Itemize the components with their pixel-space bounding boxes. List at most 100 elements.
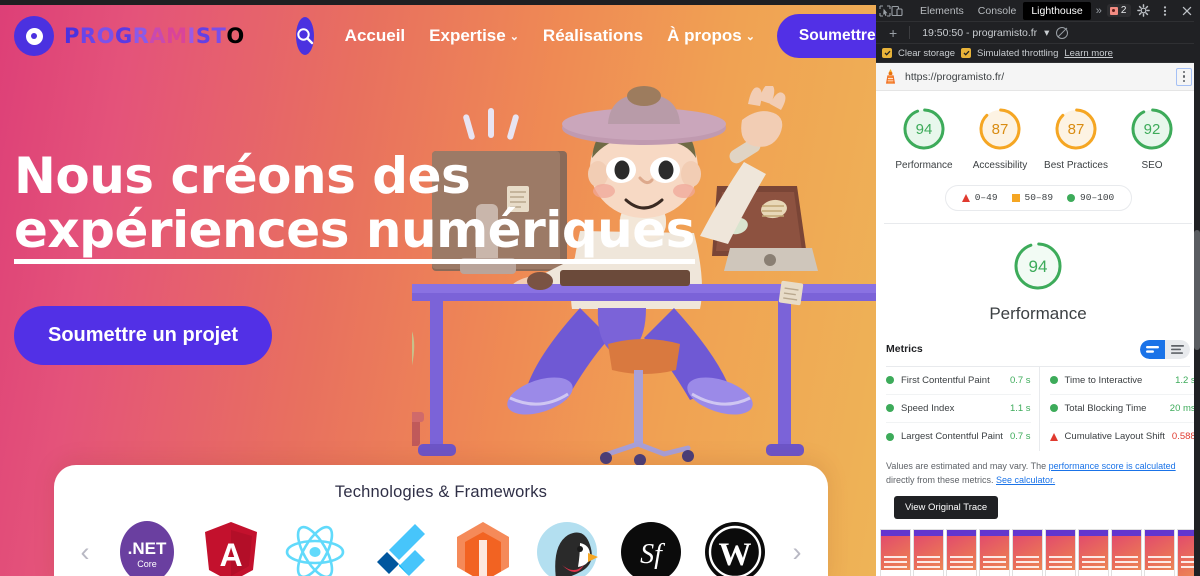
report-menu-icon[interactable] <box>1176 67 1192 86</box>
no-entry-icon[interactable] <box>1056 26 1069 39</box>
filmstrip-frame[interactable] <box>979 529 1010 576</box>
filmstrip-frame[interactable] <box>913 529 944 576</box>
square-icon <box>1011 193 1020 202</box>
performance-score-link[interactable]: performance score is calculated <box>1049 461 1176 471</box>
svg-text:A: A <box>219 537 242 573</box>
tech-logo-react[interactable] <box>283 520 347 576</box>
nav-item-expertise[interactable]: Expertise ⌄ <box>429 26 519 46</box>
status-pass-icon <box>1049 376 1058 384</box>
tech-logo-symfony[interactable]: Sf <box>619 520 683 576</box>
svg-text:94: 94 <box>916 121 933 138</box>
filmstrip-frame[interactable] <box>1045 529 1076 576</box>
devtools-tabbar: Elements Console Lighthouse » 2 <box>876 0 1200 22</box>
svg-text:.NET: .NET <box>128 539 167 558</box>
status-pass-icon <box>1049 404 1058 412</box>
filmstrip-frame[interactable] <box>1111 529 1142 576</box>
nav-item-accueil[interactable]: Accueil <box>345 26 405 46</box>
tech-logo-flutter[interactable] <box>367 520 431 576</box>
carousel-next-arrow[interactable]: › <box>787 537 807 568</box>
metric-row[interactable]: Speed Index 1.1 s <box>886 395 1031 423</box>
filmstrip-frame[interactable] <box>1012 529 1043 576</box>
submit-project-hero-button[interactable]: Soumettre un projet <box>14 306 273 365</box>
gauge-seo[interactable]: 92 SEO <box>1117 105 1187 173</box>
kebab-menu-icon[interactable] <box>1155 1 1175 21</box>
status-pass-icon <box>886 404 894 412</box>
inspect-cursor-icon[interactable] <box>879 1 891 21</box>
error-count-badge[interactable]: 2 <box>1106 4 1132 17</box>
clear-storage-checkbox[interactable] <box>882 48 892 58</box>
report-url: https://programisto.fr/ <box>905 70 1005 83</box>
tab-lighthouse[interactable]: Lighthouse <box>1023 1 1091 20</box>
gear-icon[interactable] <box>1133 1 1153 21</box>
technologies-title: Technologies & Frameworks <box>334 483 548 501</box>
device-toggle-icon[interactable] <box>891 1 903 21</box>
compact-view-icon[interactable] <box>1140 339 1165 359</box>
metric-row[interactable]: Cumulative Layout Shift 0.588 <box>1049 423 1196 451</box>
run-selector-label[interactable]: 19:50:50 - programisto.fr <box>922 27 1037 39</box>
metric-row[interactable]: Largest Contentful Paint 0.7 s <box>886 423 1031 451</box>
metric-value: 1.2 s <box>1175 374 1196 386</box>
more-tabs-icon[interactable]: » <box>1091 5 1107 17</box>
metric-row[interactable]: First Contentful Paint 0.7 s <box>886 367 1031 395</box>
filmstrip-frame[interactable] <box>946 529 977 576</box>
tech-logo-prestashop[interactable] <box>535 520 599 576</box>
tech-logo-angular[interactable]: A <box>199 520 263 576</box>
legend-range: 0–49 <box>974 192 998 203</box>
hero-line-1: Nous créons des <box>14 147 471 205</box>
performance-big-gauge: 94 Performance <box>876 224 1200 332</box>
metric-value: 20 ms <box>1169 402 1196 414</box>
gauge-accessibility[interactable]: 87 Accessibility <box>965 105 1035 173</box>
metric-name: Time to Interactive <box>1064 374 1143 386</box>
carousel-prev-arrow[interactable]: ‹ <box>75 537 95 568</box>
triangle-icon <box>961 193 970 202</box>
metric-row[interactable]: Time to Interactive 1.2 s <box>1049 367 1196 395</box>
tech-logo-wordpress[interactable]: W <box>703 520 767 576</box>
nav-label: Réalisations <box>542 26 644 45</box>
learn-more-link[interactable]: Learn more <box>1064 48 1113 59</box>
add-run-icon[interactable]: + <box>889 25 897 41</box>
technologies-card: Technologies & Frameworks ‹ .NETCore A <box>54 465 828 576</box>
svg-text:87: 87 <box>1068 121 1085 138</box>
legend-average: 50–89 <box>1011 192 1054 203</box>
lighthouse-icon <box>886 69 895 84</box>
gauge-ring: 87 <box>979 108 1021 150</box>
metric-row[interactable]: Total Blocking Time 20 ms <box>1049 395 1196 423</box>
lighthouse-runbar: plus-icon + 19:50:50 - programisto.fr ▾ <box>876 22 1200 44</box>
site-navbar: PROGRAMISTO Accueil Expertise ⌄ Réalisati… <box>0 5 876 67</box>
nav-links: Accueil Expertise ⌄ Réalisations À propos… <box>345 26 755 46</box>
legend-range: 50–89 <box>1024 192 1054 203</box>
metrics-column-left: First Contentful Paint 0.7 s Speed Index… <box>886 366 1040 451</box>
tab-elements[interactable]: Elements <box>913 2 971 20</box>
website-viewport: PROGRAMISTO Accueil Expertise ⌄ Réalisati… <box>0 0 876 576</box>
filmstrip-frame[interactable] <box>1144 529 1175 576</box>
gauge-label: SEO <box>1141 160 1163 171</box>
circle-icon <box>1067 193 1076 202</box>
throttling-checkbox[interactable] <box>961 48 972 58</box>
chevron-down-icon: ⌄ <box>745 30 755 43</box>
score-gauges: 94 Performance 87 Accessibility 87 Best … <box>876 91 1200 179</box>
list-view-icon[interactable] <box>1165 339 1190 359</box>
nav-item-realisations[interactable]: Réalisations <box>543 26 643 46</box>
gauge-performance[interactable]: 94 Performance <box>889 105 959 173</box>
devtools-scrollbar-thumb[interactable] <box>1194 230 1200 350</box>
metrics-column-right: Time to Interactive 1.2 s Total Blocking… <box>1040 367 1196 451</box>
metric-name: Cumulative Layout Shift <box>1064 431 1165 442</box>
brand-logo[interactable]: PROGRAMISTO <box>14 16 245 56</box>
filmstrip-frame[interactable] <box>1078 529 1109 576</box>
status-fail-icon <box>1049 432 1058 441</box>
metric-value: 1.1 s <box>1009 402 1031 414</box>
devtools-scrollbar-track[interactable] <box>1194 0 1200 576</box>
tab-console[interactable]: Console <box>971 2 1024 20</box>
gauge-best-practices[interactable]: 87 Best Practices <box>1041 105 1111 173</box>
tech-logo-dotnet[interactable]: .NET Core <box>115 520 179 576</box>
tech-logo-magento[interactable] <box>451 520 515 576</box>
view-original-trace-button[interactable]: View Original Trace <box>894 496 999 520</box>
nav-item-a-propos[interactable]: À propos ⌄ <box>667 26 755 46</box>
status-pass-icon <box>886 432 894 441</box>
run-selector-caret[interactable]: ▾ <box>1044 27 1049 39</box>
submit-project-nav-button[interactable]: Soumettre un projet <box>776 14 876 58</box>
search-icon[interactable] <box>295 17 314 55</box>
filmstrip-frame[interactable] <box>880 529 911 576</box>
legend-pass: 90–100 <box>1067 192 1114 203</box>
see-calculator-link[interactable]: See calculator. <box>996 475 1055 485</box>
